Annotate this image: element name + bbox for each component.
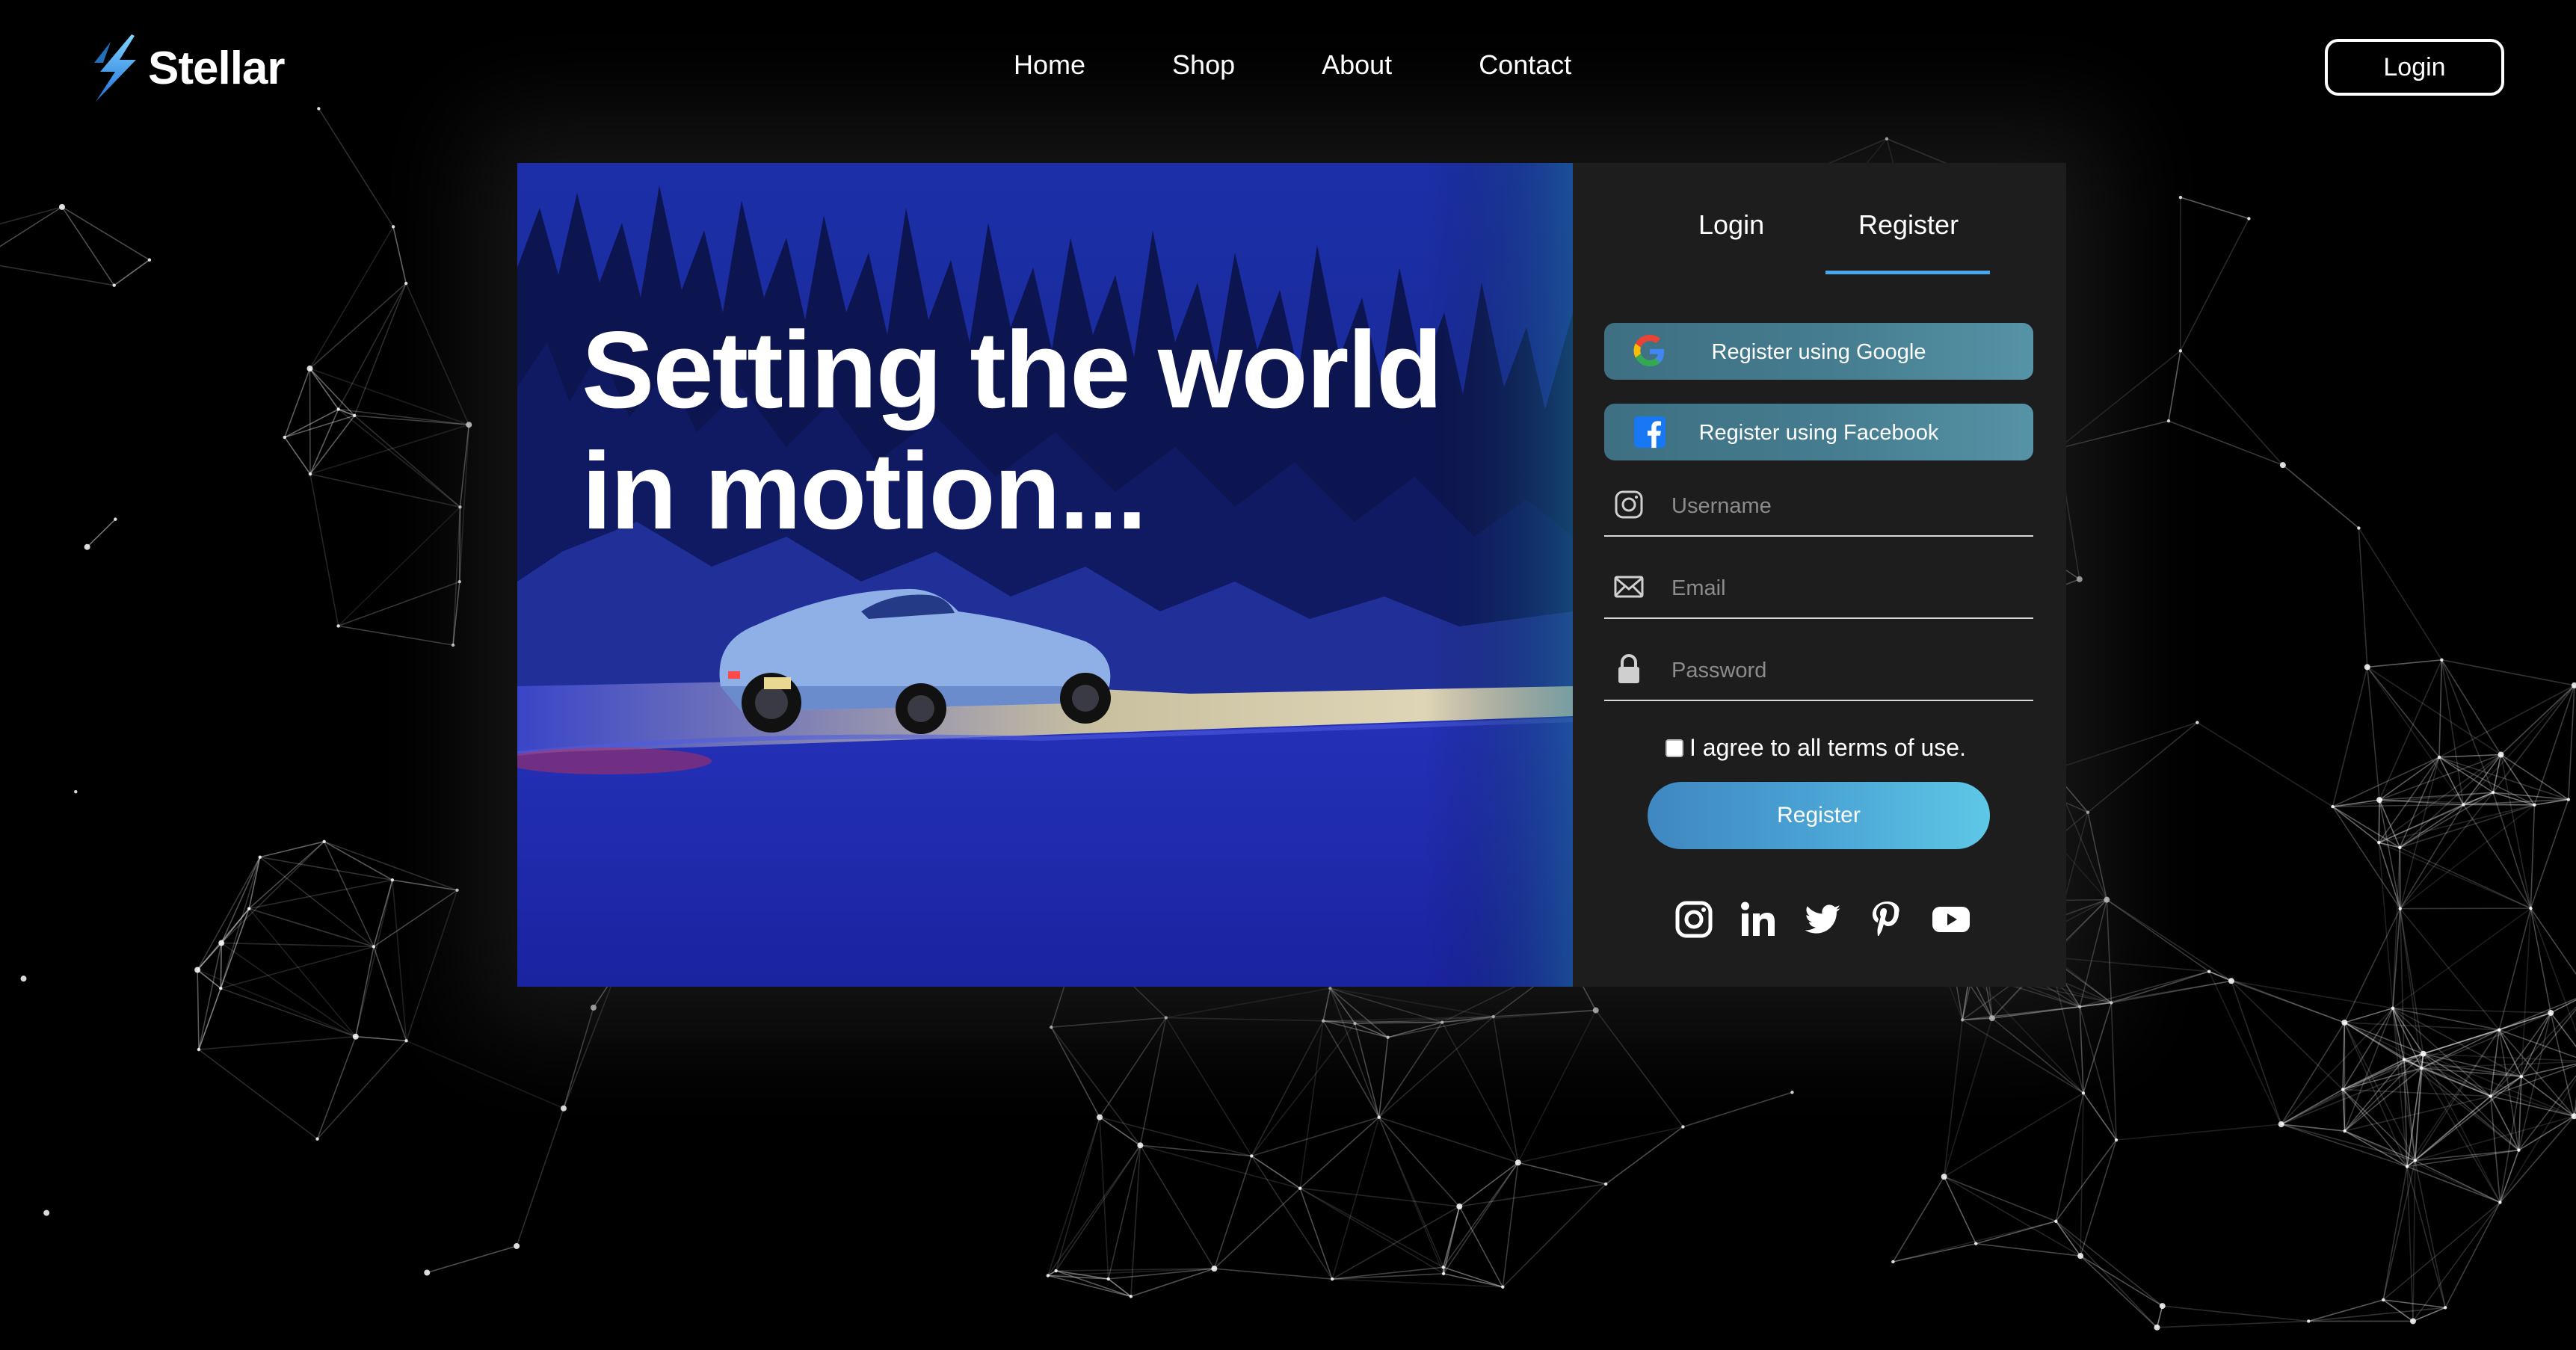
email-field <box>1604 562 2033 619</box>
auth-panel: Login Register Register using Google Reg… <box>1573 163 2066 987</box>
terms-label: I agree to all terms of use. <box>1689 734 1966 761</box>
envelope-icon <box>1614 576 1644 598</box>
navbar: Stellar Home Shop About Contact Login <box>0 0 2576 142</box>
active-tab-indicator <box>1825 271 1990 274</box>
password-input[interactable] <box>1670 653 2024 688</box>
youtube-icon[interactable] <box>1930 899 1972 940</box>
brand-logo[interactable]: Stellar <box>88 33 286 103</box>
pinterest-icon[interactable] <box>1866 899 1908 940</box>
terms-row: I agree to all terms of use. <box>1666 734 1966 762</box>
nav-link-home[interactable]: Home <box>1014 49 1085 81</box>
lock-icon <box>1618 654 1639 683</box>
social-links <box>1673 899 1972 940</box>
register-facebook-button[interactable]: Register using Facebook <box>1604 404 2033 460</box>
tab-login[interactable]: Login <box>1698 209 1764 241</box>
nav-link-shop[interactable]: Shop <box>1172 49 1235 81</box>
register-google-button[interactable]: Register using Google <box>1604 323 2033 380</box>
auth-card: Setting the world in motion... Login Reg… <box>517 163 2066 987</box>
register-google-label: Register using Google <box>1711 340 1926 364</box>
username-input[interactable] <box>1670 489 2024 523</box>
username-field <box>1604 480 2033 537</box>
tab-register[interactable]: Register <box>1858 209 1959 241</box>
nav-link-about[interactable]: About <box>1322 49 1392 81</box>
email-input[interactable] <box>1670 571 2024 605</box>
linkedin-icon[interactable] <box>1737 899 1779 940</box>
twitter-icon[interactable] <box>1802 899 1843 940</box>
hero-image: Setting the world in motion... <box>517 163 1573 987</box>
auth-tabs: Login Register <box>1573 194 2066 274</box>
register-facebook-label: Register using Facebook <box>1698 421 1939 445</box>
brand-name: Stellar <box>148 42 286 94</box>
lightning-bolt-icon <box>94 34 136 102</box>
nav-link-contact[interactable]: Contact <box>1479 49 1571 81</box>
hero-title: Setting the world in motion... <box>582 309 1443 552</box>
password-field <box>1604 644 2033 701</box>
main-nav: Home Shop About Contact <box>1014 49 1571 81</box>
winter-car-scene <box>517 163 1573 987</box>
terms-checkbox[interactable] <box>1666 739 1683 757</box>
instagram-icon[interactable] <box>1673 899 1715 940</box>
instagram-outline-icon <box>1615 490 1643 519</box>
nav-login-button[interactable]: Login <box>2325 39 2504 96</box>
register-submit-button[interactable]: Register <box>1648 782 1990 849</box>
